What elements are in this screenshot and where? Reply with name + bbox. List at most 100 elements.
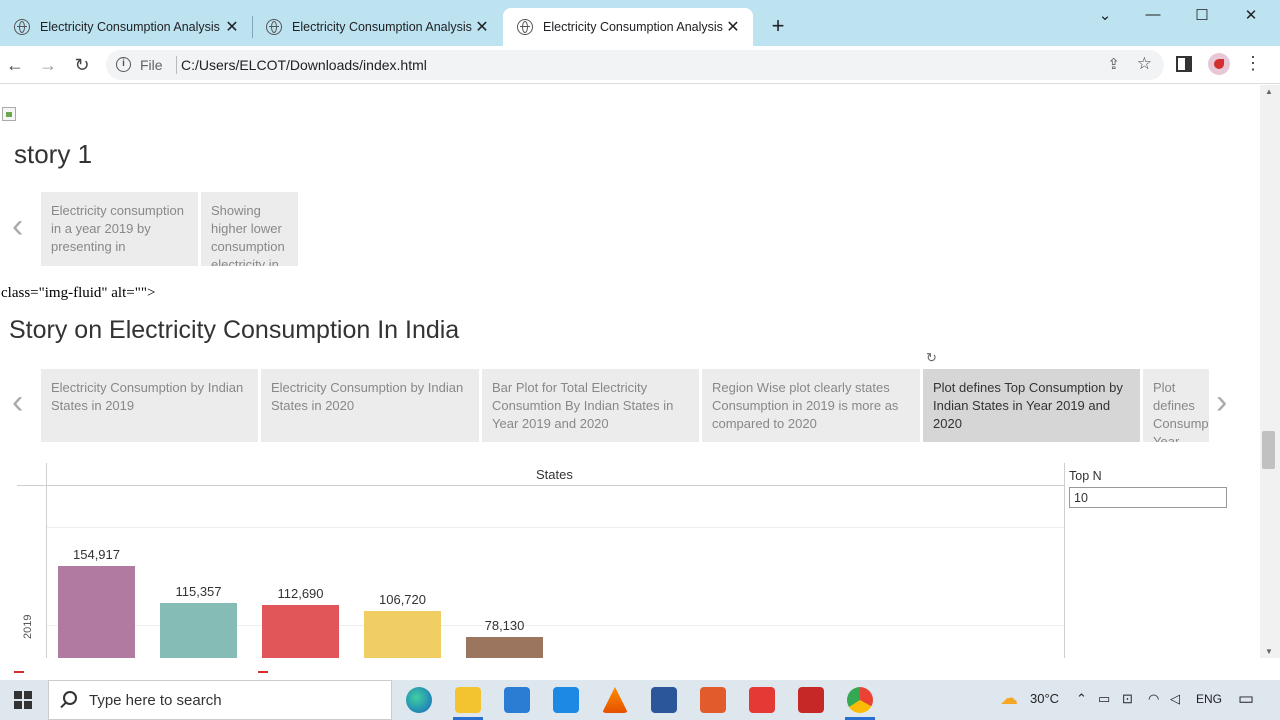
- close-tab-icon[interactable]: ✕: [472, 17, 492, 37]
- chevron-left-icon[interactable]: ‹: [12, 207, 23, 246]
- topn-input[interactable]: [1069, 487, 1227, 508]
- forward-arrow-icon[interactable]: →: [35, 52, 61, 78]
- taskbar-search-placeholder: Type here to search: [89, 692, 222, 709]
- story-point-4[interactable]: Region Wise plot clearly states Consumpt…: [702, 369, 920, 442]
- office-icon[interactable]: [700, 687, 726, 713]
- page-content: story 1 ‹ Electricity consumption in a y…: [0, 85, 1260, 658]
- broken-image-icon: [2, 107, 16, 121]
- chevron-up-icon[interactable]: ⌃: [1076, 691, 1087, 707]
- scroll-up-arrow-icon[interactable]: ▲: [1265, 87, 1273, 96]
- weather-icon[interactable]: ☁: [1000, 688, 1018, 709]
- side-panel-icon[interactable]: [1176, 56, 1192, 72]
- language-indicator[interactable]: ENG: [1196, 692, 1222, 706]
- tab-title: Electricity Consumption Analysis: [292, 20, 472, 34]
- back-arrow-icon[interactable]: ←: [2, 52, 28, 78]
- notification-icon[interactable]: ▭: [1238, 689, 1254, 709]
- story-point-text: Bar Plot for Total Electricity Consumtio…: [492, 380, 674, 431]
- revert-icon[interactable]: ↻: [926, 350, 937, 366]
- story-point-text: Electricity Consumption by Indian States…: [271, 380, 464, 413]
- story-point-1[interactable]: Electricity Consumption by Indian States…: [41, 369, 258, 442]
- download-bar-peek: [0, 658, 1280, 680]
- vlc-icon[interactable]: [602, 687, 628, 713]
- chart-axis-line: [46, 463, 47, 658]
- chart-bar[interactable]: [364, 610, 441, 658]
- browser-toolbar: ← → ↻ i File C:/Users/ELCOT/Downloads/in…: [0, 46, 1280, 84]
- story-point-3[interactable]: Bar Plot for Total Electricity Consumtio…: [482, 369, 699, 442]
- volume-icon[interactable]: ◁: [1170, 691, 1180, 707]
- chart-bar-value-label: 112,690: [277, 586, 324, 602]
- story-point-text: Region Wise plot clearly states Consumpt…: [712, 380, 899, 431]
- globe-icon: [14, 19, 30, 35]
- url-text[interactable]: C:/Users/ELCOT/Downloads/index.html: [181, 57, 427, 73]
- microsoft-store-icon[interactable]: [504, 687, 530, 713]
- download-item-fragment: [258, 671, 268, 673]
- story1-card-text: Showing higher lower consumption electri…: [211, 203, 285, 266]
- close-tab-icon[interactable]: ✕: [222, 17, 242, 37]
- info-icon[interactable]: i: [116, 57, 131, 72]
- menu-kebab-icon[interactable]: ⋮: [1244, 53, 1262, 74]
- chart-border-line: [1064, 463, 1065, 658]
- tab-title: Electricity Consumption Analysis: [40, 20, 220, 34]
- story-point-6[interactable]: Plot defines Consumption Year 2019: [1143, 369, 1209, 442]
- chart-bar[interactable]: [262, 605, 339, 658]
- scroll-down-arrow-icon[interactable]: ▼: [1265, 647, 1273, 656]
- address-bar[interactable]: i File C:/Users/ELCOT/Downloads/index.ht…: [106, 50, 1164, 80]
- vertical-scrollbar[interactable]: ▲ ▼: [1260, 85, 1280, 658]
- globe-icon: [517, 19, 533, 35]
- tab-title: Electricity Consumption Analysis: [543, 20, 723, 34]
- wps-office-icon[interactable]: [749, 687, 775, 713]
- tab-strip: Electricity Consumption Analysis ✕ Elect…: [0, 0, 1280, 46]
- file-explorer-icon[interactable]: [455, 687, 481, 713]
- search-icon: [63, 691, 77, 705]
- story1-card-1[interactable]: Electricity consumption in a year 2019 b…: [41, 192, 198, 266]
- browser-tab-1[interactable]: Electricity Consumption Analysis ✕: [0, 8, 252, 46]
- temperature-text[interactable]: 30°C: [1030, 691, 1059, 706]
- story-point-5-selected[interactable]: Plot defines Top Consumption by Indian S…: [923, 369, 1140, 442]
- url-scheme: File: [140, 57, 163, 73]
- word-icon[interactable]: [651, 687, 677, 713]
- chart-bar[interactable]: [466, 637, 543, 658]
- taskbar-search-box[interactable]: Type here to search: [48, 680, 392, 720]
- story1-card-2[interactable]: Showing higher lower consumption electri…: [201, 192, 298, 266]
- minimize-button[interactable]: —: [1138, 6, 1168, 23]
- mail-icon[interactable]: [553, 687, 579, 713]
- profile-avatar[interactable]: [1208, 53, 1230, 75]
- windows-start-icon[interactable]: [14, 691, 32, 709]
- address-divider: [176, 56, 177, 74]
- story-point-text: Plot defines Top Consumption by Indian S…: [933, 380, 1123, 431]
- edge-browser-icon[interactable]: [406, 687, 432, 713]
- share-icon[interactable]: ⇪: [1107, 55, 1120, 73]
- download-item-fragment: [14, 671, 24, 673]
- story-point-2[interactable]: Electricity Consumption by Indian States…: [261, 369, 479, 442]
- browser-tab-3-active[interactable]: Electricity Consumption Analysis ✕: [503, 8, 753, 46]
- bookmark-star-icon[interactable]: ☆: [1137, 54, 1152, 74]
- story1-title: story 1: [14, 139, 93, 169]
- close-window-button[interactable]: ✕: [1236, 6, 1266, 24]
- wifi-icon[interactable]: ◠: [1148, 691, 1159, 707]
- device-icon[interactable]: ⊡: [1122, 691, 1133, 707]
- chevron-right-icon[interactable]: ›: [1216, 383, 1227, 422]
- close-tab-icon[interactable]: ✕: [723, 17, 743, 37]
- new-tab-button[interactable]: +: [766, 14, 790, 38]
- stray-html-text: class="img-fluid" alt="">: [1, 285, 156, 301]
- browser-tab-2[interactable]: Electricity Consumption Analysis ✕: [252, 8, 502, 46]
- chart-bar-value-label: 106,720: [379, 591, 426, 607]
- chart-bar[interactable]: [58, 566, 135, 658]
- topn-label: Top N: [1069, 469, 1102, 483]
- screen-recorder-icon[interactable]: [798, 687, 824, 713]
- chart-bar-value-label: 115,357: [175, 583, 222, 599]
- scrollbar-thumb[interactable]: [1262, 431, 1275, 469]
- maximize-button[interactable]: ☐: [1187, 6, 1217, 24]
- story-point-text: Electricity Consumption by Indian States…: [51, 380, 244, 413]
- chevron-left-icon[interactable]: ‹: [12, 383, 23, 422]
- chart-row-label: 2019: [22, 614, 34, 639]
- story-title: Story on Electricity Consumption In Indi…: [9, 316, 460, 344]
- chrome-icon[interactable]: [847, 687, 873, 713]
- reload-icon[interactable]: ↻: [69, 52, 95, 78]
- chart-bar-value-label: 78,130: [484, 618, 525, 634]
- chart-bar[interactable]: [160, 602, 237, 658]
- story1-card-text: Electricity consumption in a year 2019 b…: [51, 203, 184, 254]
- story-point-text: Plot defines Consumption Year 2019: [1153, 380, 1209, 442]
- battery-icon[interactable]: ▭: [1098, 691, 1110, 707]
- tab-search-dropdown-icon[interactable]: ⌄: [1090, 6, 1120, 24]
